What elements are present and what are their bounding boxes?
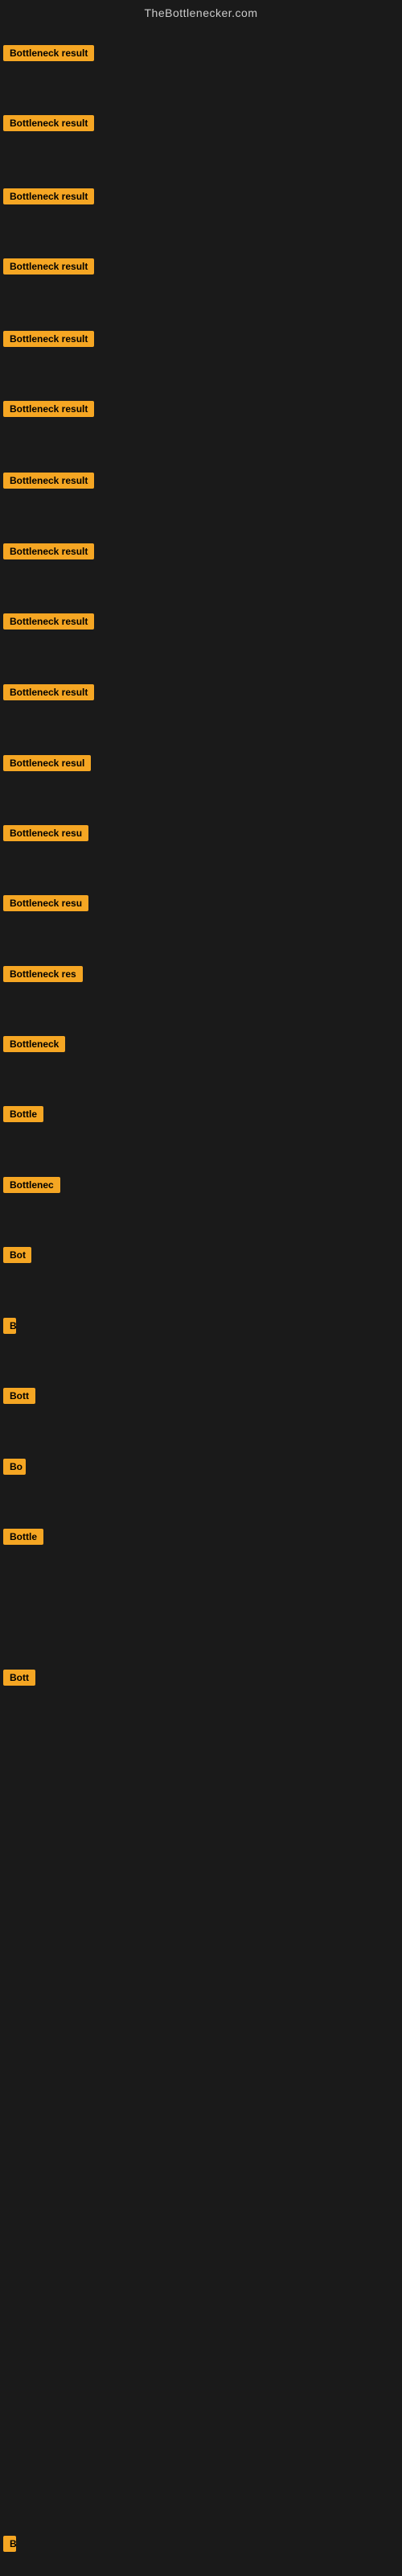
- bottleneck-badge[interactable]: Bottle: [3, 1529, 43, 1545]
- bottleneck-badge-row-16: Bottlenec: [3, 1177, 60, 1197]
- bottleneck-badge[interactable]: Bo: [3, 1459, 26, 1475]
- bottleneck-badge[interactable]: Bottleneck result: [3, 331, 94, 347]
- bottleneck-badge-row-3: Bottleneck result: [3, 258, 94, 279]
- bottleneck-badge[interactable]: Bottleneck result: [3, 613, 94, 630]
- bottleneck-badge[interactable]: Bottleneck result: [3, 473, 94, 489]
- bottleneck-badge[interactable]: B: [3, 2536, 16, 2552]
- bottleneck-badge-row-12: Bottleneck resu: [3, 895, 88, 915]
- bottleneck-badge-row-4: Bottleneck result: [3, 331, 94, 351]
- bottleneck-badge-row-7: Bottleneck result: [3, 543, 94, 564]
- bottleneck-badge-row-1: Bottleneck result: [3, 115, 94, 135]
- bottleneck-badge[interactable]: Bottleneck: [3, 1036, 65, 1052]
- bottleneck-badge-row-13: Bottleneck res: [3, 966, 83, 986]
- site-title: TheBottlenecker.com: [0, 0, 402, 26]
- bottleneck-badge-row-8: Bottleneck result: [3, 613, 94, 634]
- bottleneck-badge[interactable]: Bott: [3, 1670, 35, 1686]
- bottleneck-badge[interactable]: Bottle: [3, 1106, 43, 1122]
- bottleneck-badge-row-21: Bottle: [3, 1529, 43, 1549]
- bottleneck-badge[interactable]: Bottleneck resu: [3, 825, 88, 841]
- bottleneck-badge[interactable]: Bottlenec: [3, 1177, 60, 1193]
- bottleneck-badge-row-5: Bottleneck result: [3, 401, 94, 421]
- bottleneck-badge-row-19: Bott: [3, 1388, 35, 1408]
- bottleneck-badge-row-22: Bott: [3, 1670, 35, 1690]
- bottleneck-badge-row-11: Bottleneck resu: [3, 825, 88, 845]
- bottleneck-badge-row-18: B: [3, 1318, 16, 1338]
- bottleneck-badge[interactable]: Bottleneck result: [3, 115, 94, 131]
- bottleneck-badge[interactable]: Bottleneck result: [3, 401, 94, 417]
- bottleneck-badge[interactable]: B: [3, 1318, 16, 1334]
- bottleneck-badge[interactable]: Bottleneck resu: [3, 895, 88, 911]
- bottleneck-badge-row-10: Bottleneck resul: [3, 755, 91, 775]
- site-title-bar: TheBottlenecker.com: [0, 0, 402, 26]
- bottleneck-badge-row-0: Bottleneck result: [3, 45, 94, 65]
- bottleneck-badge[interactable]: Bottleneck res: [3, 966, 83, 982]
- bottleneck-badge[interactable]: Bottleneck result: [3, 543, 94, 559]
- bottleneck-badge-row-20: Bo: [3, 1459, 26, 1479]
- bottleneck-badge-row-17: Bot: [3, 1247, 31, 1267]
- bottleneck-badge[interactable]: Bottleneck result: [3, 258, 94, 275]
- bottleneck-badge-row-9: Bottleneck result: [3, 684, 94, 704]
- bottleneck-badge-row-14: Bottleneck: [3, 1036, 65, 1056]
- bottleneck-badge[interactable]: Bott: [3, 1388, 35, 1404]
- bottleneck-badge-row-15: Bottle: [3, 1106, 43, 1126]
- bottleneck-badge[interactable]: Bottleneck result: [3, 45, 94, 61]
- bottleneck-badge[interactable]: Bottleneck result: [3, 684, 94, 700]
- bottleneck-badge-row-23: B: [3, 2536, 16, 2556]
- bottleneck-badge[interactable]: Bottleneck result: [3, 188, 94, 204]
- bottleneck-badge-row-6: Bottleneck result: [3, 473, 94, 493]
- bottleneck-badge-row-2: Bottleneck result: [3, 188, 94, 208]
- bottleneck-badge[interactable]: Bottleneck resul: [3, 755, 91, 771]
- bottleneck-badge[interactable]: Bot: [3, 1247, 31, 1263]
